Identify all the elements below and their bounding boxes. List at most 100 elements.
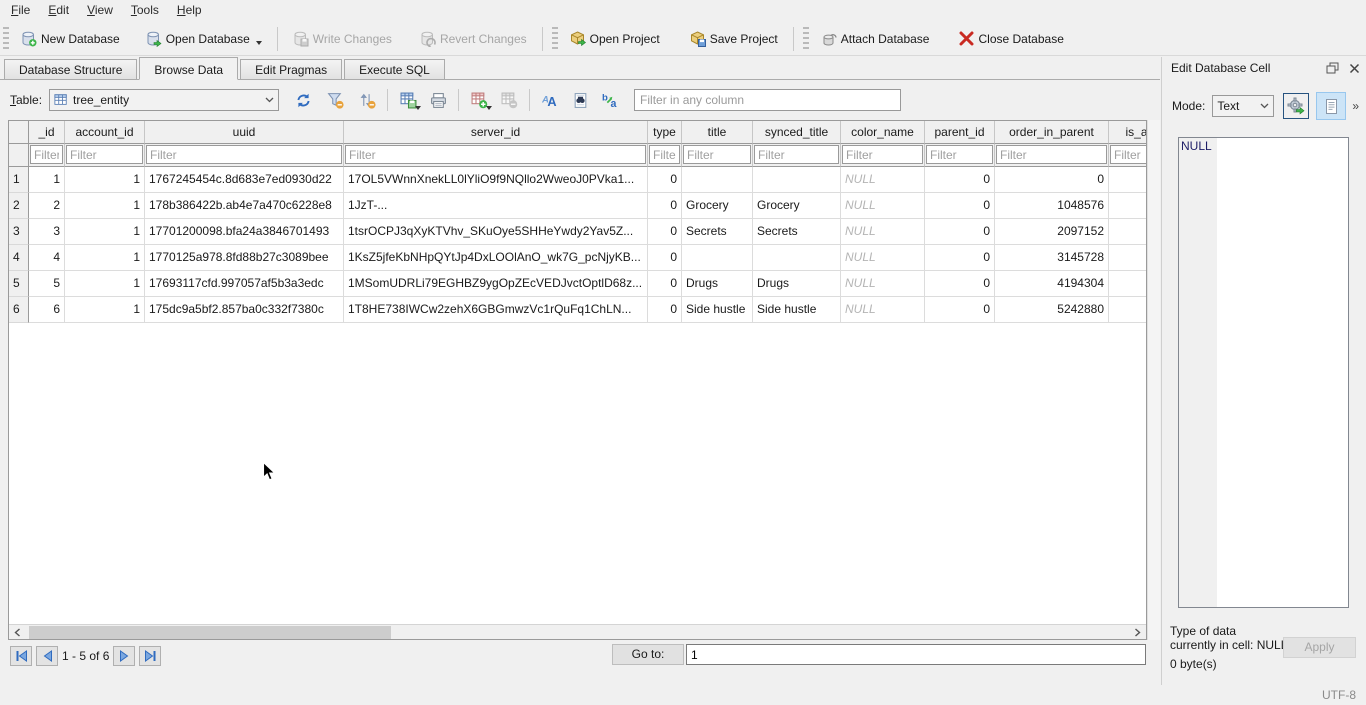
menu-file[interactable]: File bbox=[2, 0, 39, 20]
tab-browse-data[interactable]: Browse Data bbox=[139, 57, 238, 80]
grid-cell[interactable]: 1JzT-... bbox=[344, 193, 648, 219]
import-data-button[interactable] bbox=[1283, 93, 1309, 119]
grid-cell[interactable]: NULL bbox=[841, 271, 925, 297]
grid-cell[interactable]: 1MSomUDRLi79EGHBZ9ygOpZEcVEDJvctOptlD68z… bbox=[344, 271, 648, 297]
grid-cell[interactable]: 0 bbox=[925, 193, 995, 219]
filter-input-server_id[interactable] bbox=[345, 145, 646, 164]
refresh-button[interactable] bbox=[291, 88, 315, 112]
clear-filters-button[interactable] bbox=[323, 88, 347, 112]
open-database-dropdown-icon[interactable] bbox=[256, 41, 262, 45]
grid-cell[interactable]: Side hustle bbox=[682, 297, 753, 323]
grid-cell[interactable]: NULL bbox=[841, 219, 925, 245]
format-button[interactable]: AA bbox=[538, 88, 562, 112]
vertical-scrollbar[interactable] bbox=[1147, 120, 1160, 640]
grid-cell[interactable]: 4 bbox=[29, 245, 65, 271]
grid-cell[interactable]: Drugs bbox=[682, 271, 753, 297]
column-header-synced_title[interactable]: synced_title bbox=[753, 121, 841, 144]
grid-cell[interactable]: 1T8HE738IWCw2zehX6GBGmwzVc1rQuFq1ChLN... bbox=[344, 297, 648, 323]
close-panel-icon[interactable] bbox=[1349, 63, 1360, 74]
save-table-dropdown-icon[interactable] bbox=[415, 106, 421, 110]
grid-cell[interactable]: 0 bbox=[925, 297, 995, 323]
grid-cell[interactable]: 0 bbox=[648, 297, 682, 323]
grid-cell[interactable]: 1767245454c.8d683e7ed0930d22 bbox=[145, 167, 344, 193]
goto-button[interactable]: Go to: bbox=[612, 644, 684, 665]
first-record-button[interactable] bbox=[10, 646, 32, 666]
column-header-type[interactable]: type bbox=[648, 121, 682, 144]
last-record-button[interactable] bbox=[139, 646, 161, 666]
grid-cell[interactable]: 175dc9a5bf2.857ba0c332f7380c bbox=[145, 297, 344, 323]
save-table-view-button[interactable] bbox=[396, 88, 420, 112]
grid-cell[interactable]: 1 bbox=[65, 193, 145, 219]
column-header-server_id[interactable]: server_id bbox=[344, 121, 648, 144]
grid-cell[interactable] bbox=[1109, 271, 1147, 297]
grid-cell[interactable] bbox=[753, 245, 841, 271]
insert-record-dropdown-icon[interactable] bbox=[486, 106, 492, 110]
grid-cell[interactable]: Grocery bbox=[682, 193, 753, 219]
grid-cell[interactable]: 2 bbox=[29, 193, 65, 219]
row-number[interactable]: 6 bbox=[9, 297, 29, 323]
filter-input-order_in_parent[interactable] bbox=[996, 145, 1107, 164]
next-record-button[interactable] bbox=[113, 646, 135, 666]
filter-input-parent_id[interactable] bbox=[926, 145, 993, 164]
grid-cell[interactable]: 0 bbox=[995, 167, 1109, 193]
grid-cell[interactable]: NULL bbox=[841, 167, 925, 193]
grid-cell[interactable]: 3 bbox=[29, 219, 65, 245]
row-number[interactable]: 5 bbox=[9, 271, 29, 297]
grid-cell[interactable]: 0 bbox=[925, 271, 995, 297]
grid-cell[interactable] bbox=[682, 245, 753, 271]
toolbar-drag-handle[interactable] bbox=[552, 27, 558, 51]
grid-cell[interactable] bbox=[1109, 193, 1147, 219]
filter-input-synced_title[interactable] bbox=[754, 145, 839, 164]
menu-tools[interactable]: Tools bbox=[122, 0, 168, 20]
grid-cell[interactable]: 17OL5VWnnXnekLL0lYliO9f9NQllo2WweoJ0PVka… bbox=[344, 167, 648, 193]
menu-help[interactable]: Help bbox=[168, 0, 211, 20]
grid-cell[interactable]: NULL bbox=[841, 297, 925, 323]
grid-cell[interactable]: NULL bbox=[841, 193, 925, 219]
column-header-uuid[interactable]: uuid bbox=[145, 121, 344, 144]
filter-input-type[interactable] bbox=[649, 145, 680, 164]
close-database-button[interactable]: Close Database bbox=[950, 26, 1072, 51]
column-header-title[interactable]: title bbox=[682, 121, 753, 144]
toolbar-overflow-icon[interactable]: » bbox=[1352, 99, 1359, 113]
goto-record-input[interactable] bbox=[686, 644, 1146, 665]
grid-cell[interactable]: 1770125a978.8fd88b27c3089bee bbox=[145, 245, 344, 271]
grid-cell[interactable]: Drugs bbox=[753, 271, 841, 297]
grid-cell[interactable]: 0 bbox=[925, 245, 995, 271]
open-database-button[interactable]: Open Database bbox=[137, 26, 271, 52]
column-header-is_ar[interactable]: is_ar bbox=[1109, 121, 1147, 144]
grid-cell[interactable]: 1 bbox=[65, 167, 145, 193]
column-header-_id[interactable]: _id bbox=[29, 121, 65, 144]
print-button[interactable] bbox=[426, 88, 450, 112]
toolbar-drag-handle[interactable] bbox=[3, 27, 9, 51]
grid-cell[interactable]: 0 bbox=[925, 167, 995, 193]
find-button[interactable] bbox=[568, 88, 592, 112]
grid-cell[interactable]: 1 bbox=[65, 219, 145, 245]
grid-cell[interactable]: 2097152 bbox=[995, 219, 1109, 245]
grid-cell[interactable]: 0 bbox=[648, 193, 682, 219]
open-project-button[interactable]: Open Project bbox=[561, 26, 669, 52]
column-header-order_in_parent[interactable]: order_in_parent bbox=[995, 121, 1109, 144]
grid-cell[interactable]: 1 bbox=[65, 297, 145, 323]
scrollbar-thumb[interactable] bbox=[29, 626, 391, 639]
grid-cell[interactable] bbox=[1109, 167, 1147, 193]
grid-cell[interactable]: 0 bbox=[925, 219, 995, 245]
row-number[interactable]: 2 bbox=[9, 193, 29, 219]
grid-cell[interactable]: 178b386422b.ab4e7a470c6228e8 bbox=[145, 193, 344, 219]
grid-cell[interactable] bbox=[1109, 219, 1147, 245]
grid-cell[interactable]: 1 bbox=[29, 167, 65, 193]
replace-button[interactable]: ba bbox=[598, 88, 622, 112]
grid-cell[interactable] bbox=[753, 167, 841, 193]
grid-cell[interactable]: 0 bbox=[648, 219, 682, 245]
grid-cell[interactable]: Side hustle bbox=[753, 297, 841, 323]
grid-cell[interactable]: 0 bbox=[648, 245, 682, 271]
row-number[interactable]: 1 bbox=[9, 167, 29, 193]
grid-cell[interactable]: 4194304 bbox=[995, 271, 1109, 297]
column-header-color_name[interactable]: color_name bbox=[841, 121, 925, 144]
text-mode-toggle-button[interactable] bbox=[1316, 92, 1346, 120]
grid-cell[interactable]: 1 bbox=[65, 245, 145, 271]
horizontal-scrollbar[interactable] bbox=[9, 624, 1146, 639]
filter-input-account_id[interactable] bbox=[66, 145, 143, 164]
filter-input-_id[interactable] bbox=[30, 145, 63, 164]
grid-cell[interactable]: 6 bbox=[29, 297, 65, 323]
global-filter-input[interactable] bbox=[634, 89, 901, 111]
